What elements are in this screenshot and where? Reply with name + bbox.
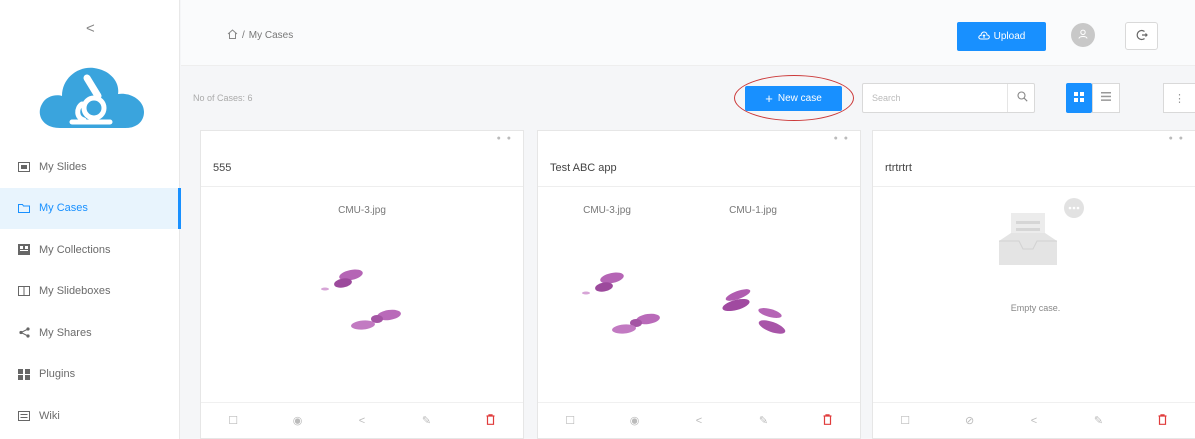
case-card[interactable]: ● ● rtrtrtrt Empty case. ☐ ⊘ < ✎ bbox=[872, 130, 1195, 439]
share-icon bbox=[18, 327, 30, 339]
select-icon[interactable]: ☐ bbox=[538, 414, 602, 427]
sidebar-item-my-slides[interactable]: My Slides bbox=[0, 146, 180, 188]
sidebar-item-plugins[interactable]: Plugins bbox=[0, 354, 180, 396]
new-case-button[interactable]: + New case bbox=[745, 86, 842, 111]
home-icon[interactable] bbox=[227, 29, 238, 42]
list-view-button[interactable] bbox=[1092, 83, 1120, 113]
empty-state: Empty case. bbox=[963, 193, 1108, 323]
sidebar-item-my-cases[interactable]: My Cases bbox=[0, 187, 181, 229]
visibility-off-icon[interactable]: ⊘ bbox=[937, 414, 1001, 427]
breadcrumb-current: My Cases bbox=[248, 30, 294, 41]
sidebar-item-wiki[interactable]: Wiki bbox=[0, 395, 180, 437]
delete-icon[interactable] bbox=[1131, 413, 1195, 428]
slide-thumbnail[interactable]: CMU-1.jpg bbox=[698, 205, 808, 365]
logout-button[interactable] bbox=[1125, 22, 1158, 50]
card-corner-icons: ● ● bbox=[833, 135, 850, 142]
new-case-label: New case bbox=[777, 93, 822, 104]
divider bbox=[538, 186, 860, 187]
edit-icon[interactable]: ✎ bbox=[1066, 414, 1130, 427]
more-options-button[interactable]: ⋮ bbox=[1163, 83, 1195, 113]
plugins-icon bbox=[18, 368, 30, 380]
breadcrumb-separator: / bbox=[242, 30, 245, 41]
slide-thumbnail[interactable]: CMU-3.jpg bbox=[552, 205, 662, 365]
cloud-upload-icon bbox=[977, 30, 990, 43]
card-actions: ☐ ⊘ < ✎ bbox=[873, 402, 1195, 438]
sidebar-item-label: My Slideboxes bbox=[39, 285, 111, 298]
select-icon[interactable]: ☐ bbox=[201, 414, 265, 427]
tissue-image bbox=[722, 289, 786, 334]
select-icon[interactable]: ☐ bbox=[873, 414, 937, 427]
grid-view-button[interactable] bbox=[1066, 83, 1092, 113]
sidebar-nav: My Slides My Cases My Collections My Sli… bbox=[0, 146, 181, 437]
edit-icon[interactable]: ✎ bbox=[731, 414, 795, 427]
card-actions: ☐ ◉ < ✎ bbox=[201, 402, 523, 438]
card-actions: ☐ ◉ < ✎ bbox=[538, 402, 860, 438]
tissue-image bbox=[582, 272, 660, 334]
slide-filename: CMU-3.jpg bbox=[338, 205, 386, 216]
search-box bbox=[862, 83, 1035, 113]
visibility-icon[interactable]: ◉ bbox=[265, 414, 329, 427]
search-icon[interactable] bbox=[1017, 91, 1028, 105]
divider bbox=[873, 186, 1195, 187]
sidebar-item-label: My Collections bbox=[39, 243, 111, 256]
slidebox-icon bbox=[18, 285, 30, 297]
search-input[interactable] bbox=[863, 84, 1003, 112]
sidebar-item-label: My Cases bbox=[39, 202, 88, 215]
chevron-left-icon[interactable]: < bbox=[86, 20, 95, 37]
card-corner-icons: ● ● bbox=[1168, 135, 1185, 142]
folder-icon bbox=[18, 202, 30, 214]
list-view-icon bbox=[1101, 92, 1111, 104]
delete-icon[interactable] bbox=[796, 413, 860, 428]
delete-icon[interactable] bbox=[459, 413, 523, 428]
sidebar-item-my-shares[interactable]: My Shares bbox=[0, 312, 180, 354]
tissue-image bbox=[321, 269, 401, 330]
case-title: Test ABC app bbox=[550, 162, 617, 174]
sidebar-item-label: My Slides bbox=[39, 160, 87, 173]
card-corner-icons: ● ● bbox=[496, 135, 513, 142]
slide-filename: CMU-3.jpg bbox=[583, 205, 631, 216]
breadcrumb: / My Cases bbox=[227, 29, 293, 42]
slide-filename: CMU-1.jpg bbox=[729, 205, 777, 216]
case-card[interactable]: ● ● 555 CMU-3.jpg ☐ ◉ < ✎ bbox=[200, 130, 524, 439]
slides-icon bbox=[18, 161, 30, 173]
share-icon[interactable]: < bbox=[667, 415, 731, 427]
app-logo bbox=[39, 67, 144, 128]
edit-icon[interactable]: ✎ bbox=[394, 414, 458, 427]
slide-thumbnail[interactable]: CMU-3.jpg bbox=[307, 205, 417, 365]
case-count: No of Cases: 6 bbox=[193, 93, 253, 103]
upload-button[interactable]: Upload bbox=[957, 22, 1046, 51]
plus-icon: + bbox=[765, 91, 773, 106]
case-title: 555 bbox=[213, 162, 232, 174]
logout-icon bbox=[1136, 29, 1148, 44]
grid-view-icon bbox=[1074, 91, 1084, 105]
sidebar-item-my-slideboxes[interactable]: My Slideboxes bbox=[0, 271, 180, 313]
sidebar-item-label: My Shares bbox=[39, 326, 92, 339]
wiki-icon bbox=[18, 410, 30, 422]
upload-label: Upload bbox=[993, 31, 1026, 42]
case-title: rtrtrtrt bbox=[885, 162, 912, 174]
case-card[interactable]: ● ● Test ABC app CMU-3.jpg CMU-1.jpg ☐ ◉… bbox=[537, 130, 861, 439]
user-icon bbox=[1078, 29, 1088, 42]
top-header: / My Cases Upload bbox=[181, 0, 1195, 66]
search-divider bbox=[1007, 84, 1008, 112]
divider bbox=[201, 186, 523, 187]
empty-inbox-icon bbox=[999, 198, 1084, 265]
sidebar: < My Slides My Cases My Collections My S… bbox=[0, 0, 181, 439]
share-icon[interactable]: < bbox=[330, 415, 394, 427]
share-icon[interactable]: < bbox=[1002, 415, 1066, 427]
avatar[interactable] bbox=[1071, 23, 1095, 47]
sidebar-item-my-collections[interactable]: My Collections bbox=[0, 229, 180, 271]
sidebar-item-label: Wiki bbox=[39, 409, 60, 422]
visibility-icon[interactable]: ◉ bbox=[602, 414, 666, 427]
more-vertical-icon: ⋮ bbox=[1174, 92, 1185, 105]
collections-icon bbox=[18, 244, 30, 256]
sidebar-item-label: Plugins bbox=[39, 368, 76, 381]
empty-case-text: Empty case. bbox=[1010, 303, 1061, 313]
